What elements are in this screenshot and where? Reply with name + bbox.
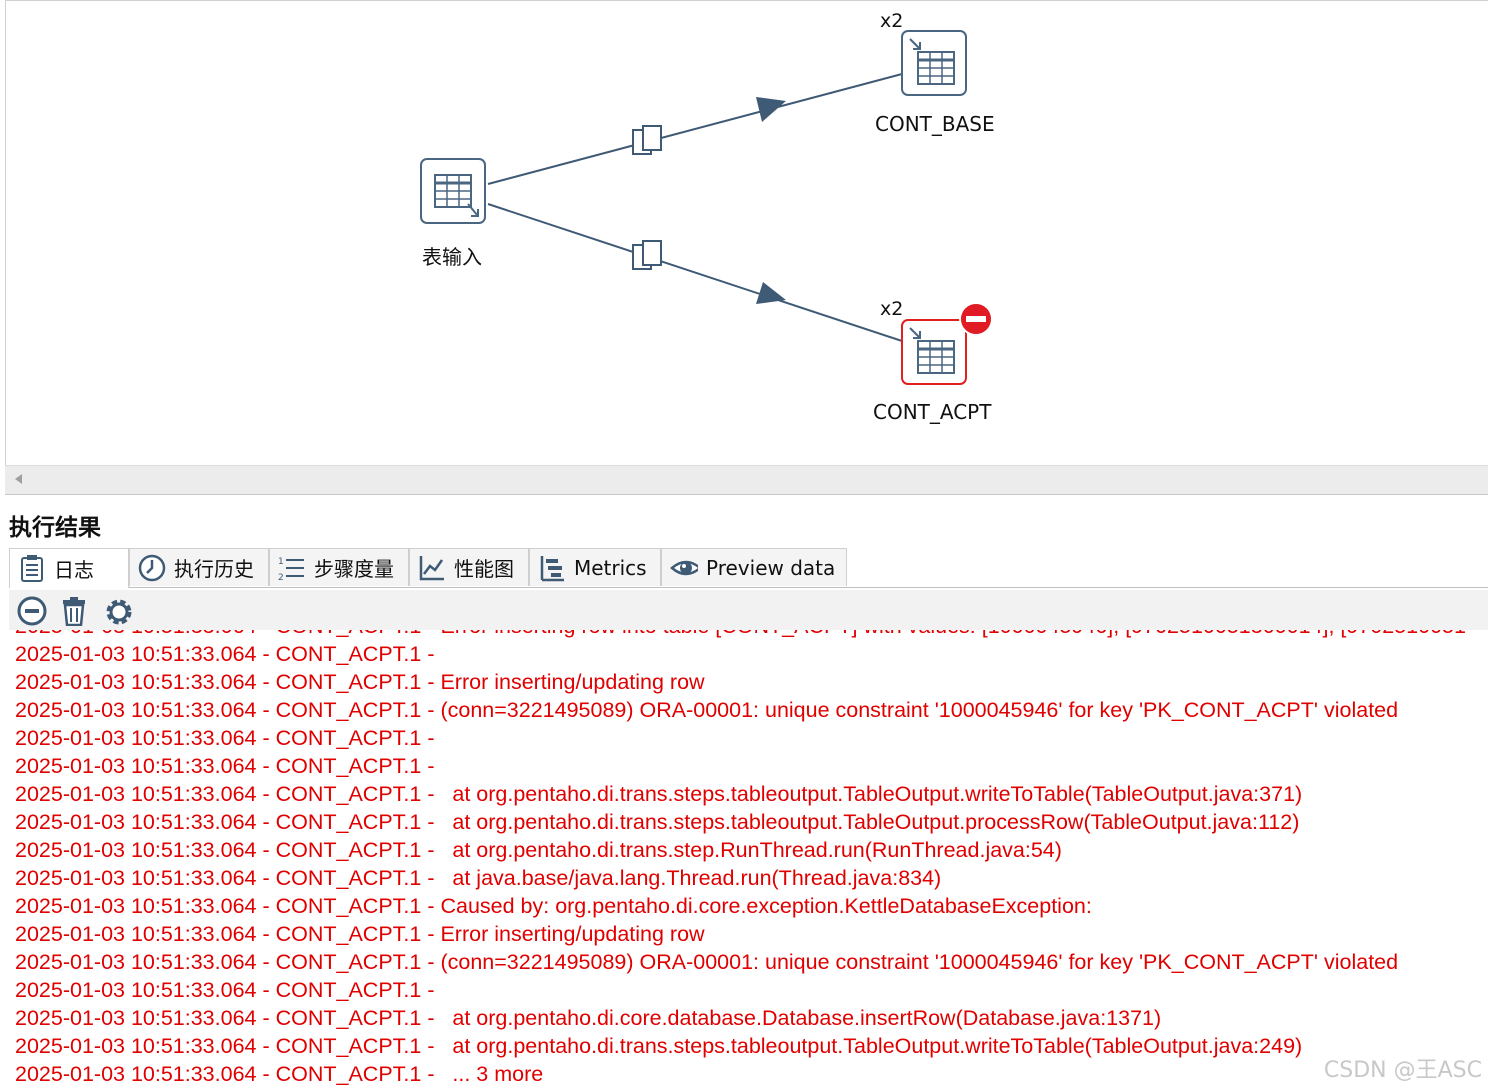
execution-results-title: 执行结果: [9, 515, 101, 541]
eye-icon: [670, 554, 698, 582]
log-line: 2025-01-03 10:51:33.064 - CONT_ACPT.1 -: [15, 754, 441, 778]
log-line: 2025-01-03 10:51:33.064 - CONT_ACPT.1 - …: [15, 698, 1399, 722]
table-output-step-cont-base[interactable]: [901, 30, 967, 96]
scroll-left-icon[interactable]: [15, 474, 22, 484]
svg-text:1: 1: [278, 557, 284, 567]
log-line: 2025-01-03 10:51:33.064 - CONT_ACPT.1 - …: [15, 630, 1466, 640]
hop-line-to-cont-base: [487, 73, 903, 185]
step-label-cont-acpt: CONT_ACPT: [873, 400, 992, 424]
log-line: 2025-01-03 10:51:33.064 - CONT_ACPT.1 -: [15, 642, 441, 666]
log-line: 2025-01-03 10:51:33.064 - CONT_ACPT.1 - …: [15, 782, 1303, 806]
tab-label: 步骤度量: [314, 557, 394, 581]
log-toolbar: [9, 590, 1488, 630]
log-line: 2025-01-03 10:51:33.064 - CONT_ACPT.1 - …: [15, 950, 1399, 974]
log-line: 2025-01-03 10:51:33.064 - CONT_ACPT.1 - …: [15, 894, 1092, 918]
stop-icon[interactable]: [17, 596, 47, 626]
watermark: CSDN @王ASC: [1323, 1058, 1482, 1083]
log-line: 2025-01-03 10:51:33.064 - CONT_ACPT.1 - …: [15, 1006, 1162, 1030]
divider: [5, 494, 1488, 495]
tab-label: 日志: [54, 558, 94, 582]
hop-arrow-cont-base: [756, 97, 786, 122]
metrics-icon: [538, 554, 566, 582]
history-icon: [138, 554, 166, 582]
tab-log[interactable]: 日志: [9, 548, 129, 588]
log-line: 2025-01-03 10:51:33.064 - CONT_ACPT.1 - …: [15, 1062, 544, 1086]
log-line: 2025-01-03 10:51:33.064 - CONT_ACPT.1 - …: [15, 866, 942, 890]
horizontal-scrollbar[interactable]: [5, 465, 1488, 494]
results-tab-bar: 日志 执行历史 12 步骤度量 性能图 Metrics Preview data: [9, 548, 1488, 588]
hop-lines: [487, 73, 903, 342]
step-label-table-input: 表输入: [422, 245, 482, 269]
tab-label: Preview data: [706, 555, 836, 580]
log-output[interactable]: 2025-01-03 10:51:33.064 - CONT_ACPT.1 - …: [9, 630, 1488, 1092]
gear-icon[interactable]: [103, 596, 133, 626]
log-line: 2025-01-03 10:51:33.064 - CONT_ACPT.1 -: [15, 978, 441, 1002]
log-icon: [18, 554, 46, 583]
hop-line-to-cont-acpt: [487, 203, 903, 342]
log-line: 2025-01-03 10:51:33.064 - CONT_ACPT.1 - …: [15, 922, 705, 946]
log-line: 2025-01-03 10:51:33.064 - CONT_ACPT.1 - …: [15, 670, 705, 694]
table-input-step[interactable]: [420, 158, 486, 224]
step-label-cont-base: CONT_BASE: [875, 112, 995, 136]
table-output-icon: [901, 30, 967, 96]
tab-execution-history[interactable]: 执行历史: [129, 548, 269, 586]
step-metrics-icon: 12: [278, 554, 306, 582]
log-line: 2025-01-03 10:51:33.064 - CONT_ACPT.1 -: [15, 726, 441, 750]
copy-rows-icon: [632, 240, 662, 270]
table-input-icon: [420, 158, 486, 224]
svg-text:2: 2: [278, 573, 284, 582]
tab-label: 性能图: [454, 557, 514, 581]
log-line: 2025-01-03 10:51:33.064 - CONT_ACPT.1 - …: [15, 838, 1062, 862]
copies-badge: x2: [880, 298, 904, 320]
transformation-canvas[interactable]: 表输入 x2 CONT_BASE x2 CONT_ACPT: [5, 0, 1488, 466]
error-icon[interactable]: [958, 301, 994, 337]
performance-graph-icon: [418, 554, 446, 582]
table-output-step-cont-acpt[interactable]: [901, 319, 967, 385]
log-line: 2025-01-03 10:51:33.064 - CONT_ACPT.1 - …: [15, 1034, 1303, 1058]
tab-performance-graph[interactable]: 性能图: [409, 548, 529, 586]
tab-metrics[interactable]: Metrics: [529, 548, 661, 586]
tab-label: Metrics: [574, 555, 647, 580]
tab-preview-data[interactable]: Preview data: [661, 548, 847, 586]
tab-step-metrics[interactable]: 12 步骤度量: [269, 548, 409, 586]
tab-label: 执行历史: [174, 557, 254, 581]
copy-rows-icon: [632, 125, 662, 155]
copies-badge: x2: [880, 10, 904, 32]
trash-icon[interactable]: [59, 596, 89, 626]
log-line: 2025-01-03 10:51:33.064 - CONT_ACPT.1 - …: [15, 810, 1300, 834]
